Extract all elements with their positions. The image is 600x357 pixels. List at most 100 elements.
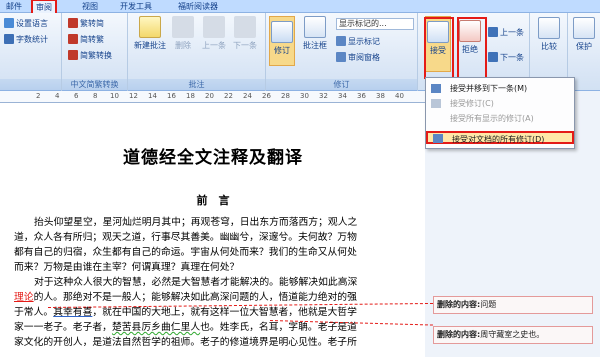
language-icon: [4, 18, 14, 28]
show-markup-button[interactable]: 显示标记: [336, 35, 380, 49]
balloon-value: 问题: [480, 300, 497, 309]
compare-button[interactable]: 比较: [536, 17, 562, 52]
new-comment-icon: [139, 16, 161, 38]
ruler-tick: 10: [110, 92, 119, 100]
protect-label: 保护: [576, 42, 592, 51]
show-markup-label: 显示标记: [348, 37, 380, 46]
ruler-tick: 20: [205, 92, 214, 100]
ruler-tick: 38: [376, 92, 385, 100]
accept-button-highlight: [424, 17, 454, 79]
tab-review[interactable]: 审阅: [31, 0, 57, 14]
next-change-button[interactable]: 下一条: [488, 51, 524, 65]
reviewing-pane-label: 审阅窗格: [348, 53, 380, 62]
line-text: 于常人。: [14, 307, 54, 318]
to-simplified-label: 繁转简: [80, 19, 104, 28]
ruler-tick: 40: [395, 92, 404, 100]
balloons-label: 批注框: [303, 41, 327, 50]
to-simplified-button[interactable]: 繁转简: [68, 17, 104, 31]
word-count-button[interactable]: 字数统计: [4, 33, 48, 47]
reviewing-pane-button[interactable]: 审阅窗格: [336, 51, 380, 65]
menu-item-accept-all-shown[interactable]: 接受所有显示的修订(A): [426, 112, 574, 125]
paragraph-line: 而来？万物是由谁在主宰？何谓真理？真理在何处？: [14, 262, 240, 273]
delete-comment-icon: [172, 16, 194, 38]
document-page[interactable]: 道德经全文注释及翻译 前 言 抬头仰望星空，星河灿烂明月其中；再观苍穹，日出东方…: [8, 103, 423, 357]
ruler-tick: 30: [300, 92, 309, 100]
accept-change-icon: [431, 99, 441, 108]
compare-icon: [538, 17, 560, 39]
balloon-label: 删除的内容:: [437, 300, 481, 309]
deletion-balloon[interactable]: 删除的内容:问题: [433, 296, 593, 314]
track-changes-button[interactable]: 修订: [269, 16, 295, 66]
tab-mailings[interactable]: 邮件: [6, 0, 22, 13]
ruler-tick: 32: [319, 92, 328, 100]
ruler-tick: 22: [224, 92, 233, 100]
display-for-review-value: 显示标记的...: [339, 19, 387, 28]
traditional-to-simplified-icon: [68, 18, 78, 28]
display-for-review-combo[interactable]: 显示标记的...: [336, 18, 414, 30]
ruler-tick: 4: [55, 92, 60, 100]
balloons-icon: [304, 16, 326, 38]
ruler-tick: 12: [129, 92, 138, 100]
menu-item-accept-and-move-next[interactable]: 接受并移到下一条(M): [426, 82, 574, 95]
ruler-tick: 16: [167, 92, 176, 100]
accept-move-next-icon: [431, 84, 441, 93]
paragraph-line: 对于这种众人很大的智慧，必然是大智慧者才能解决的。能够解决如此高深: [34, 277, 358, 288]
previous-change-button[interactable]: 上一条: [488, 26, 524, 40]
line-text: 的人。那绝对不是一般人；能够解决如此高深问题的人，悟道能力绝对的强: [33, 292, 357, 303]
tab-view[interactable]: 视图: [82, 0, 98, 13]
ruler-tick: 34: [338, 92, 347, 100]
ruler-tick: 36: [357, 92, 366, 100]
ruler-tick: 28: [281, 92, 290, 100]
ruler-tick: 6: [74, 92, 79, 100]
balloon-label: 删除的内容:: [437, 330, 481, 339]
set-language-button[interactable]: 设置语言: [4, 17, 48, 31]
previous-comment-icon: [203, 16, 225, 38]
previous-comment-button[interactable]: 上一条: [200, 16, 228, 51]
previous-change-icon: [488, 27, 498, 37]
paragraph-1: 抬头仰望星空，星河灿烂明月其中；再观苍穹，日出东方而落西方；观人之 道，众人各有…: [14, 215, 422, 275]
word-count-label: 字数统计: [16, 35, 48, 44]
menu-item-label: 接受修订(C): [450, 99, 494, 108]
ruler-tick: 18: [186, 92, 195, 100]
horizontal-ruler[interactable]: 2 4 6 8 10 12 14 16 18 20 22 24 26 28 30…: [0, 91, 425, 103]
tab-developer[interactable]: 开发工具: [120, 0, 152, 13]
new-comment-label: 新建批注: [134, 41, 166, 50]
simplified-to-traditional-icon: [68, 34, 78, 44]
ruler-tick: 26: [262, 92, 271, 100]
new-comment-button[interactable]: 新建批注: [132, 16, 168, 51]
next-comment-button[interactable]: 下一条: [230, 16, 260, 51]
document-heading: 前 言: [196, 194, 230, 207]
menu-item-accept-all-changes[interactable]: 接受对文档的所有修订(D): [426, 131, 574, 144]
next-change-label: 下一条: [500, 53, 524, 62]
protect-button[interactable]: 保护: [571, 17, 597, 52]
deletion-balloon[interactable]: 删除的内容:周守藏室之史也。: [433, 326, 593, 344]
grammar-flagged-text: 楚苦县厉乡曲仁里人: [111, 322, 201, 333]
balloons-button[interactable]: 批注框: [298, 16, 332, 51]
tab-foxit-reader[interactable]: 福昕阅读器: [178, 0, 218, 13]
reviewing-pane-icon: [336, 52, 346, 62]
menu-item-accept-change[interactable]: 接受修订(C): [426, 97, 574, 110]
protect-icon: [573, 17, 595, 39]
chinese-convert-button[interactable]: 简繁转换: [68, 49, 112, 63]
next-change-icon: [488, 52, 498, 62]
group-comments-label: 批注: [128, 79, 265, 90]
set-language-label: 设置语言: [16, 19, 48, 28]
menu-item-label: 接受对文档的所有修订(D): [452, 135, 545, 144]
chinese-convert-label: 简繁转换: [80, 51, 112, 60]
line-text: ，就在中国的大地上，就有这样一位大智慧者，他就是大哲学: [92, 307, 357, 318]
accept-all-icon: [433, 134, 443, 143]
line-text: 家一一老子。老子者，: [14, 322, 112, 333]
document-title: 道德经全文注释及翻译: [123, 148, 303, 168]
group-proofing: 设置语言 字数统计: [0, 13, 62, 91]
delete-comment-button[interactable]: 删除: [170, 16, 196, 51]
to-traditional-button[interactable]: 简转繁: [68, 33, 104, 47]
track-changes-label: 修订: [274, 46, 290, 55]
line-text: 也。姓李氏，名耳，字聃。老子是道: [200, 322, 357, 333]
accept-dropdown-menu: 接受并移到下一条(M) 接受修订(C) 接受所有显示的修订(A) 接受对文档的所…: [425, 77, 575, 149]
chinese-convert-icon: [68, 50, 78, 60]
ruler-tick: 24: [243, 92, 252, 100]
word-count-icon: [4, 34, 14, 44]
reject-button-highlight: [457, 17, 487, 79]
inserted-text: 理论: [14, 292, 34, 303]
next-comment-icon: [234, 16, 256, 38]
